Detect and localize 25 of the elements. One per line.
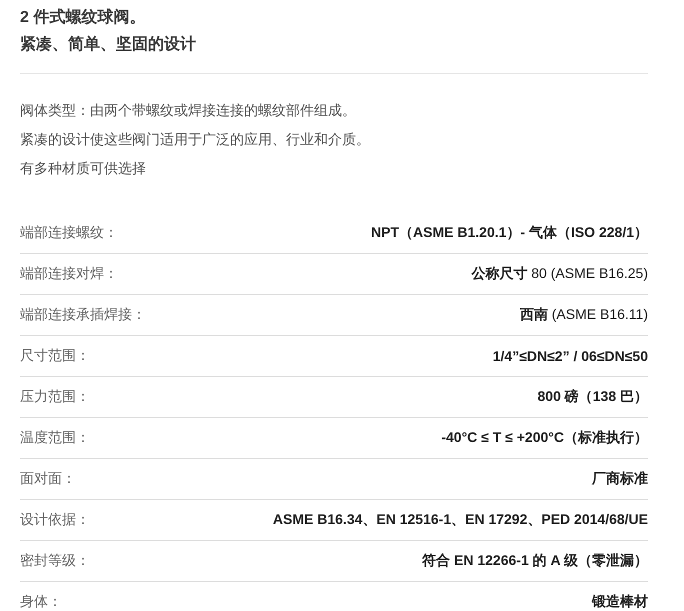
spec-value: 1/4”≤DN≤2” / 06≤DN≤50 [492, 348, 648, 364]
heading: 紧凑、简单、坚固的设计 [20, 34, 196, 55]
spec-value: 符合 EN 12266-1 的 A 级（零泄漏） [422, 552, 648, 570]
spec-label: 端部连接螺纹： [20, 224, 118, 242]
spec-value: -40°C ≤ T ≤ +200°C（标准执行） [441, 429, 648, 447]
description-text: 紧凑的设计使这些阀门适用于广泛的应用、行业和介质。 [20, 130, 370, 149]
description-text: 阀体类型：由两个带螺纹或焊接连接的螺纹部件组成。 [20, 101, 356, 120]
spec-value: NPT（ASME B1.20.1）- 气体（ISO 228/1） [371, 224, 648, 242]
spec-label: 身体： [20, 593, 62, 611]
spec-label: 温度范围： [20, 429, 90, 447]
spec-label: 尺寸范围： [20, 347, 90, 365]
description-text: 有多种材质可供选择 [20, 159, 146, 178]
spec-label: 端部连接承插焊接： [20, 306, 146, 324]
spec-label: 面对面： [20, 470, 76, 488]
spec-label: 压力范围： [20, 388, 90, 406]
spec-label: 密封等级： [20, 552, 90, 570]
heading: 2 件式螺纹球阀。 [20, 8, 146, 28]
spec-value: ASME B16.34、EN 12516-1、EN 17292、PED 2014/68/UE [272, 511, 648, 529]
spec-value: 厂商标准 [592, 470, 648, 488]
spec-value: 800 磅（138 巴） [538, 388, 648, 406]
spec-value: 西南 (ASME B16.11) [520, 306, 648, 324]
spec-value: 锻造棒材 [592, 593, 648, 611]
spec-label: 端部连接对焊： [20, 265, 118, 283]
spec-value: 公称尺寸 80 (ASME B16.25) [471, 265, 648, 283]
spec-label: 设计依据： [20, 511, 90, 529]
